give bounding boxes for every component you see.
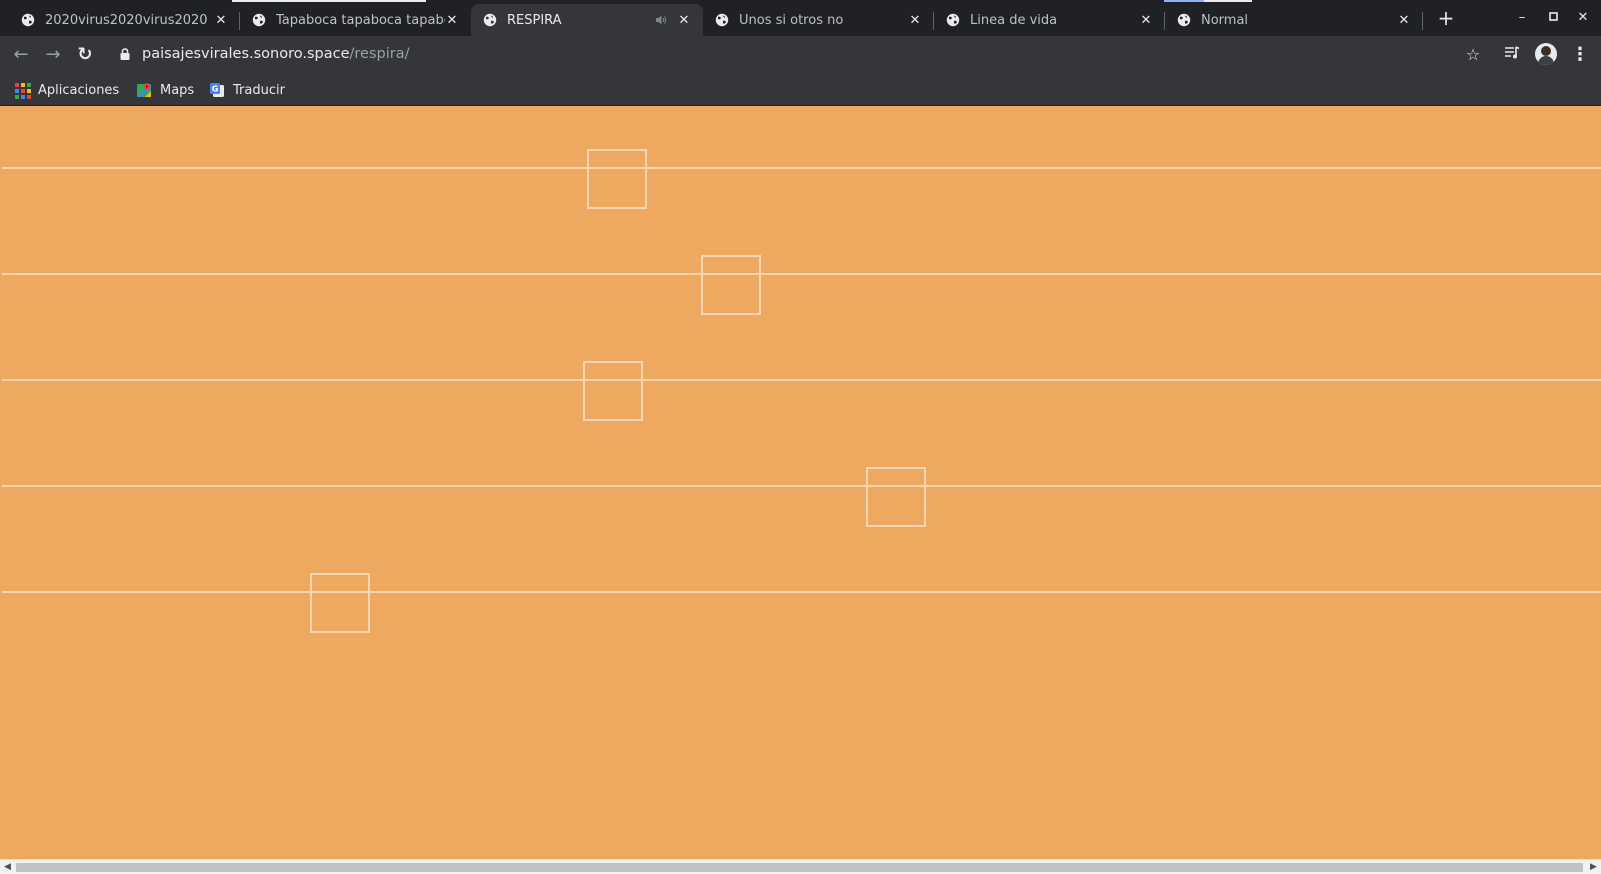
breath-square-5[interactable] bbox=[310, 573, 370, 633]
maps-icon bbox=[136, 82, 152, 98]
tab-strip: 2020virus2020virus2020 ✕ Tapaboca tapabo… bbox=[0, 0, 1601, 36]
tab-tapaboca[interactable]: Tapaboca tapaboca tapaboca ✕ bbox=[240, 4, 471, 36]
forward-button[interactable]: → bbox=[41, 43, 65, 67]
scrollbar-thumb[interactable] bbox=[16, 863, 1583, 872]
globe-icon bbox=[21, 13, 35, 27]
maximize-button[interactable] bbox=[1545, 10, 1561, 26]
url-text: paisajesvirales.sonoro.space/respira/ bbox=[142, 46, 410, 62]
bookmark-traducir[interactable]: G Traducir bbox=[209, 80, 285, 100]
breath-square-4[interactable] bbox=[866, 467, 926, 527]
bookmark-label: Maps bbox=[160, 82, 195, 98]
tab-close-icon[interactable]: ✕ bbox=[445, 13, 459, 28]
svg-text:G: G bbox=[212, 85, 219, 94]
menu-icon[interactable]: ⋮ bbox=[1569, 44, 1591, 66]
bookmark-label: Traducir bbox=[233, 82, 285, 98]
tab-linea-de-vida[interactable]: Linea de vida ✕ bbox=[934, 4, 1165, 36]
reload-button[interactable]: ↻ bbox=[73, 43, 97, 67]
minimize-button[interactable]: – bbox=[1514, 10, 1530, 26]
tab-respira[interactable]: RESPIRA ✕ bbox=[471, 4, 703, 36]
breath-square-2[interactable] bbox=[701, 255, 761, 315]
tab-close-icon[interactable]: ✕ bbox=[908, 13, 922, 28]
tab-loading-indicator-2 bbox=[1204, 0, 1252, 2]
breath-line-2 bbox=[2, 273, 1601, 275]
breath-line-4 bbox=[2, 485, 1601, 487]
tab-title: Linea de vida bbox=[970, 12, 1058, 28]
bookmarks-bar: Aplicaciones Maps G Traducir bbox=[0, 74, 1601, 106]
translate-icon: G bbox=[209, 82, 225, 98]
tab-close-icon[interactable]: ✕ bbox=[1397, 13, 1411, 28]
tab-title: RESPIRA bbox=[507, 12, 562, 28]
tab-title: Normal bbox=[1201, 12, 1249, 28]
breath-square-3[interactable] bbox=[583, 361, 643, 421]
address-bar[interactable]: paisajesvirales.sonoro.space/respira/ bbox=[112, 40, 1442, 70]
avatar-body bbox=[1538, 56, 1554, 65]
tab-title: Unos si otros no bbox=[739, 12, 844, 28]
breath-line-5 bbox=[2, 591, 1601, 593]
breath-line-1 bbox=[2, 167, 1601, 169]
bookmark-label: Aplicaciones bbox=[38, 82, 120, 98]
lock-icon bbox=[120, 48, 130, 60]
maximize-icon bbox=[1548, 12, 1558, 21]
new-tab-button[interactable]: + bbox=[1436, 8, 1456, 29]
tab-close-icon[interactable]: ✕ bbox=[214, 13, 228, 28]
toolbar: ← → ↻ paisajesvirales.sonoro.space/respi… bbox=[0, 36, 1601, 74]
globe-icon bbox=[715, 13, 729, 27]
media-control-icon[interactable] bbox=[1501, 44, 1523, 66]
page-canvas[interactable] bbox=[0, 106, 1601, 859]
horizontal-scrollbar[interactable]: ◀ ▶ bbox=[0, 859, 1601, 874]
tab-2020virus[interactable]: 2020virus2020virus2020 ✕ bbox=[0, 4, 240, 36]
tab-audio-indicator bbox=[1164, 0, 1204, 2]
tab-unos-si-otros-no[interactable]: Unos si otros no ✕ bbox=[703, 4, 934, 36]
tab-loading-indicator bbox=[232, 0, 426, 2]
tab-title: 2020virus2020virus2020 bbox=[45, 12, 208, 28]
tab-close-icon[interactable]: ✕ bbox=[677, 13, 691, 28]
breath-line-3 bbox=[2, 379, 1601, 381]
bookmark-maps[interactable]: Maps bbox=[136, 80, 194, 100]
url-path: /respira/ bbox=[349, 46, 410, 62]
tab-close-icon[interactable]: ✕ bbox=[1139, 13, 1153, 28]
url-host: paisajesvirales.sonoro.space bbox=[142, 46, 350, 62]
avatar-head bbox=[1541, 46, 1551, 56]
back-button[interactable]: ← bbox=[9, 43, 33, 67]
globe-icon bbox=[252, 13, 266, 27]
globe-icon bbox=[483, 13, 497, 27]
close-window-button[interactable]: ✕ bbox=[1575, 10, 1591, 26]
bookmark-star-icon[interactable]: ☆ bbox=[1462, 44, 1484, 66]
scroll-right-arrow[interactable]: ▶ bbox=[1586, 861, 1601, 874]
tab-normal[interactable]: Normal ✕ bbox=[1165, 4, 1423, 36]
globe-icon bbox=[946, 13, 960, 27]
apps-grid-icon bbox=[14, 82, 31, 99]
globe-icon bbox=[1177, 13, 1191, 27]
bookmark-aplicaciones[interactable]: Aplicaciones bbox=[14, 80, 119, 100]
tab-separator bbox=[1422, 12, 1423, 30]
scroll-left-arrow[interactable]: ◀ bbox=[0, 861, 15, 874]
breath-square-1[interactable] bbox=[587, 149, 647, 209]
speaker-icon[interactable] bbox=[655, 13, 669, 27]
tab-title: Tapaboca tapaboca tapaboca bbox=[276, 12, 445, 28]
profile-avatar[interactable] bbox=[1535, 43, 1557, 65]
